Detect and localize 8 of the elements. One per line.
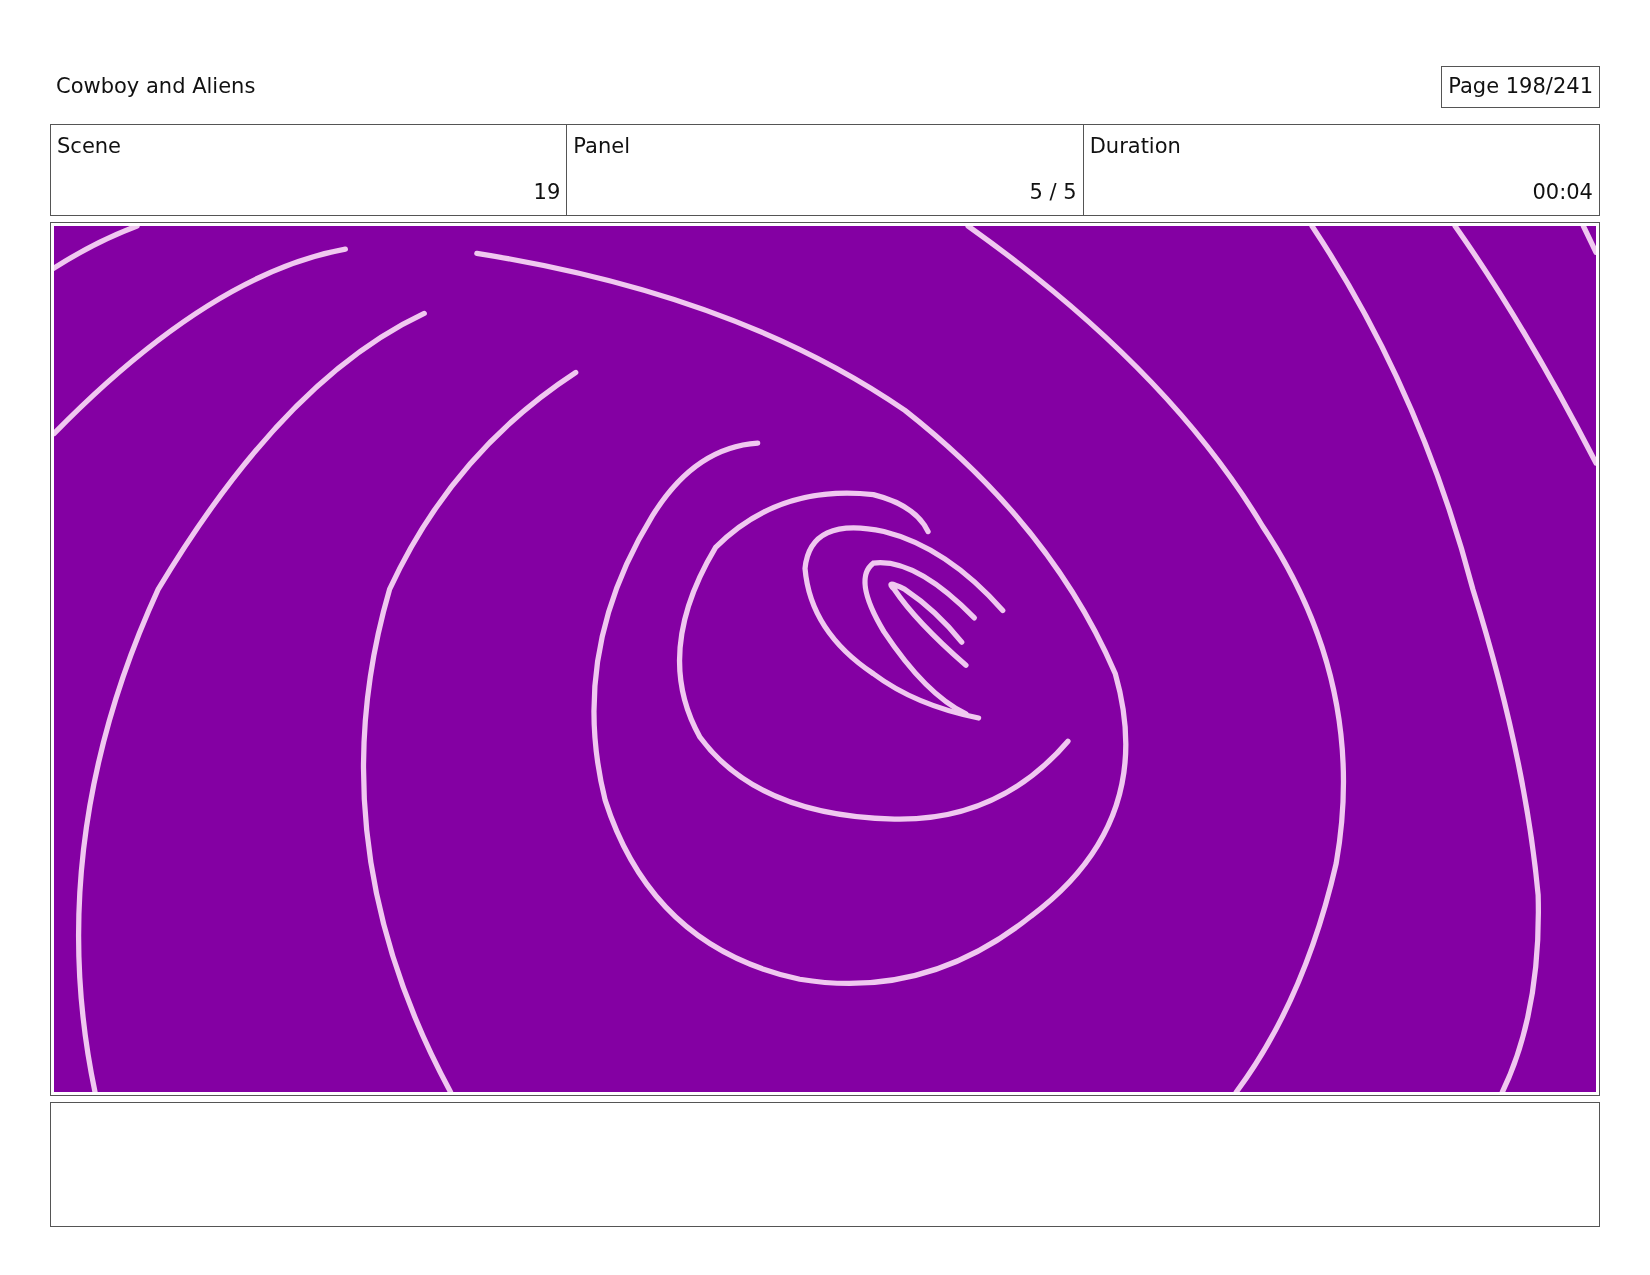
page-title: Cowboy and Aliens	[56, 73, 256, 100]
column-header: Duration	[1089, 132, 1181, 160]
table-cell-text: 00:04	[1531, 179, 1593, 206]
table-cell-text: 5 / 5	[1028, 179, 1077, 206]
column-header: Panel	[573, 132, 630, 160]
column-header: Scene	[57, 132, 122, 160]
page-number: Page 198/241	[1441, 66, 1600, 108]
table-cell-text: 19	[532, 179, 561, 206]
